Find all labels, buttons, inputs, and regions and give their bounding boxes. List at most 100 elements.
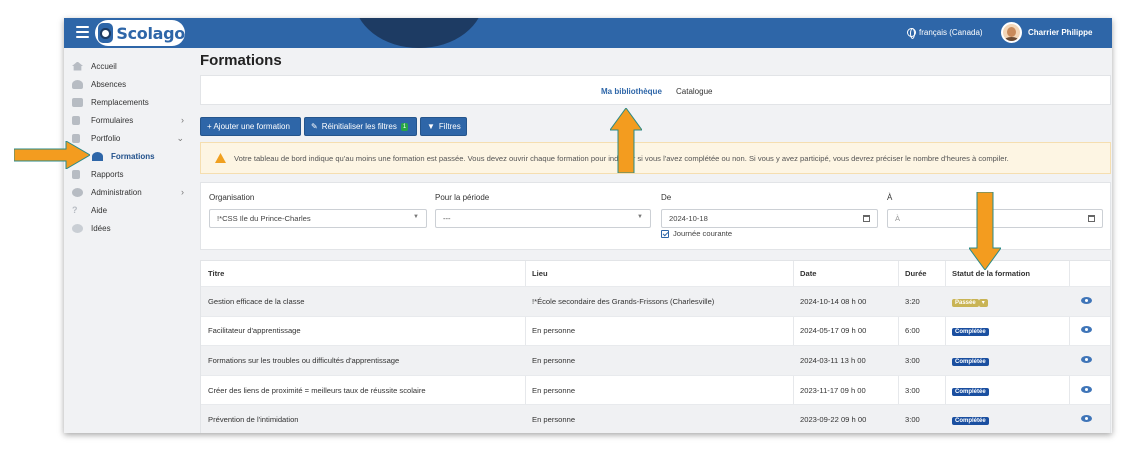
status-label: Complétée (952, 357, 989, 366)
app-name: Scolago (116, 23, 185, 43)
sidebar-item-aide[interactable]: ? Aide (72, 203, 184, 217)
graduation-cap-icon (92, 151, 103, 161)
cell-titre: Formations sur les troubles ou difficult… (208, 355, 400, 365)
cell-lieu: En personne (532, 385, 576, 395)
avatar (1001, 22, 1022, 43)
cell-duree: 6:00 (905, 326, 920, 336)
eye-icon (1081, 355, 1092, 363)
cell-date: 2023-11-17 09 h 00 (800, 385, 866, 395)
organisation-select[interactable]: !*CSS Ile du Prince-Charles ▼ (209, 209, 427, 228)
filter-count-badge: 1 (400, 122, 409, 131)
sidebar-item-rapports[interactable]: Rapports (72, 167, 184, 181)
sidebar-item-label: Accueil (91, 61, 117, 71)
filters-button[interactable]: ▼ Filtres (420, 117, 467, 136)
cell-lieu: !*École secondaire des Grands-Frissons (… (532, 296, 715, 306)
sidebar-item-remplacements[interactable]: Remplacements (72, 95, 184, 109)
status-badge: Complétée (952, 386, 989, 396)
from-date-label: De (661, 193, 672, 202)
cell-lieu: En personne (532, 355, 576, 365)
eraser-icon: ✎ (311, 122, 318, 131)
table-row[interactable]: Facilitateur d'apprentissage En personne… (201, 315, 1110, 346)
gear-icon (72, 187, 83, 197)
reset-filters-label: Réinitialiser les filtres (321, 122, 397, 131)
menu-toggle-icon[interactable] (76, 26, 89, 38)
user-menu[interactable]: Charrier Philippe (1001, 22, 1092, 43)
checkbox-checked-icon (661, 229, 669, 238)
calendar-icon[interactable] (863, 215, 870, 222)
period-value: --- (443, 214, 451, 223)
status-badge: Complétée (952, 326, 989, 337)
sidebar-item-label: Administration (91, 187, 142, 197)
period-select[interactable]: --- ▼ (435, 209, 651, 228)
cell-date: 2024-05-17 09 h 00 (800, 326, 867, 336)
status-label: Passée (952, 298, 979, 307)
table-row[interactable]: Créer des liens de proximité = meilleurs… (201, 374, 1110, 405)
pencil-icon (72, 97, 83, 107)
current-day-label: Journée courante (673, 229, 733, 238)
cell-titre: Gestion efficace de la classe (208, 296, 305, 306)
sidebar-item-label: Absences (91, 79, 127, 89)
page-title: Formations (200, 52, 282, 69)
language-selector[interactable]: français (Canada) (907, 28, 983, 39)
status-badge: Complétée (952, 415, 989, 426)
column-header-titre[interactable]: Titre (208, 269, 224, 278)
eye-icon (1081, 326, 1092, 334)
eye-icon (1081, 296, 1092, 304)
person-icon (72, 79, 83, 89)
view-button[interactable] (1081, 326, 1092, 335)
column-header-lieu[interactable]: Lieu (532, 269, 548, 278)
sidebar-item-administration[interactable]: Administration › (72, 185, 184, 199)
tab-catalogue[interactable]: Catalogue (676, 87, 712, 96)
funnel-icon: ▼ (427, 122, 435, 131)
table-row[interactable]: Prévention de l'intimidation En personne… (201, 404, 1110, 433)
sidebar-item-label: Aide (91, 205, 108, 215)
organisation-value: !*CSS Ile du Prince-Charles (217, 214, 311, 223)
from-date-value: 2024-10-18 (669, 214, 708, 223)
cell-duree: 3:00 (905, 385, 920, 395)
add-formation-button[interactable]: + Ajouter une formation (200, 117, 301, 136)
reset-filters-button[interactable]: ✎ Réinitialiser les filtres 1 (304, 117, 417, 136)
sidebar-item-label: Portfolio (91, 133, 121, 143)
status-badge[interactable]: Passée ▾ (952, 297, 988, 307)
cell-date: 2024-03-11 13 h 00 (800, 355, 866, 365)
document-icon (72, 115, 80, 125)
period-label: Pour la période (435, 193, 490, 202)
column-header-duree[interactable]: Durée (905, 269, 927, 278)
chevron-right-icon: › (181, 187, 184, 197)
column-header-date[interactable]: Date (800, 269, 816, 278)
question-icon: ? (72, 204, 78, 215)
view-button[interactable] (1081, 355, 1092, 365)
to-date-placeholder: À (895, 214, 901, 223)
user-name: Charrier Philippe (1028, 28, 1093, 37)
view-button[interactable] (1081, 385, 1092, 395)
calendar-icon[interactable] (1088, 215, 1095, 222)
table-row[interactable]: Gestion efficace de la classe !*École se… (201, 286, 1110, 316)
add-formation-label: + Ajouter une formation (207, 122, 290, 131)
sidebar: Accueil Absences Remplacements Formulair… (64, 48, 189, 433)
sidebar-item-formations[interactable]: Formations (92, 149, 184, 163)
view-button[interactable] (1081, 415, 1092, 424)
annotation-arrow-right (14, 141, 90, 169)
sidebar-item-accueil[interactable]: Accueil (72, 59, 184, 73)
cell-titre: Créer des liens de proximité = meilleurs… (208, 385, 426, 395)
sidebar-item-label: Formulaires (91, 115, 134, 125)
to-date-label: À (887, 193, 893, 202)
annotation-arrow-down (969, 192, 1001, 270)
app-logo[interactable]: Scolago (95, 20, 185, 46)
warning-alert: Votre tableau de bord indique qu'au moin… (200, 142, 1111, 174)
header-decoration (354, 18, 484, 48)
chevron-down-icon: ▼ (637, 214, 643, 220)
sidebar-item-idees[interactable]: Idées (72, 221, 184, 235)
from-date-input[interactable]: 2024-10-18 (661, 209, 878, 228)
view-button[interactable] (1081, 296, 1092, 306)
warning-icon (215, 153, 226, 163)
table-row[interactable]: Formations sur les troubles ou difficult… (201, 345, 1110, 375)
tab-ma-bibliotheque[interactable]: Ma bibliothèque (601, 87, 662, 96)
current-day-checkbox[interactable]: Journée courante (661, 229, 732, 238)
sidebar-item-absences[interactable]: Absences (72, 77, 184, 91)
formations-table: Titre Lieu Date Durée Statut de la forma… (200, 260, 1111, 433)
chevron-down-icon: ▾ (978, 298, 988, 307)
column-header-statut[interactable]: Statut de la formation (952, 269, 1030, 278)
sidebar-item-formulaires[interactable]: Formulaires › (72, 113, 184, 127)
sidebar-item-label: Formations (111, 151, 155, 161)
